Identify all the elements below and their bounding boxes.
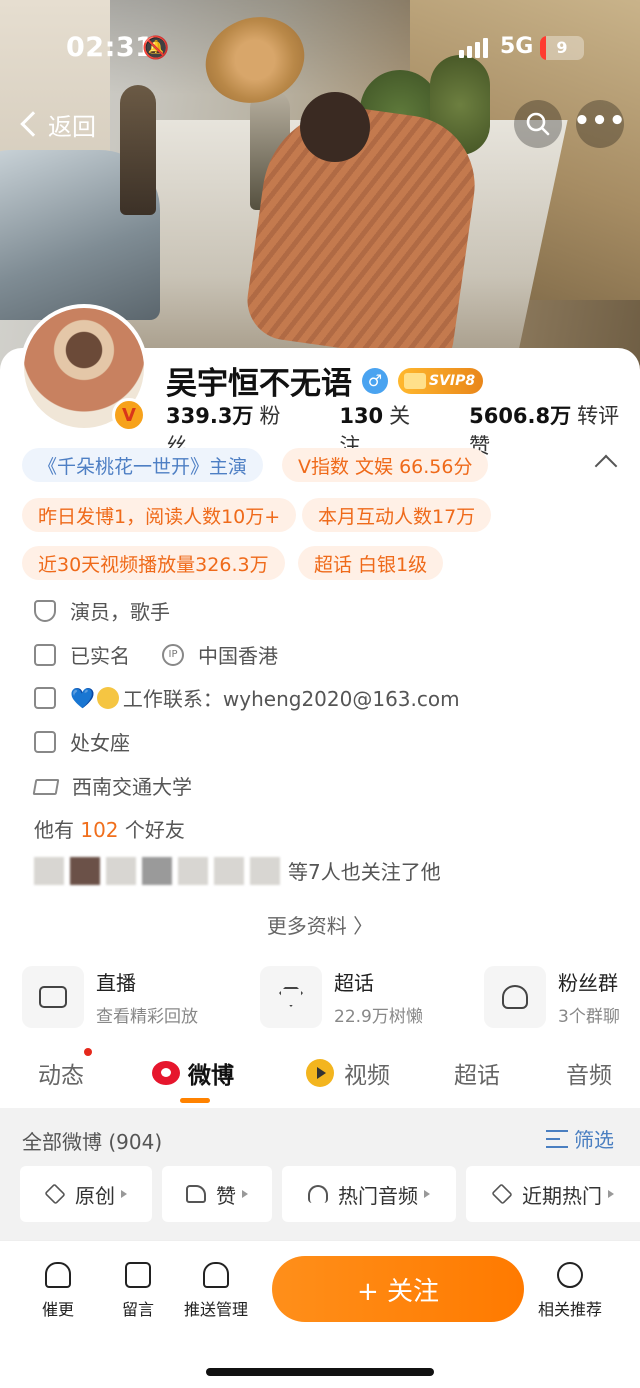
search-button[interactable] [514,100,562,148]
headphones-icon [308,1185,328,1203]
crown-icon [404,372,426,389]
tag-starring-role[interactable]: 《千朵桃花一世开》主演 [22,448,264,482]
layers-icon [44,1183,66,1205]
tab-supertopic[interactable]: 超话 [454,1056,500,1090]
live-tv-icon [22,966,84,1028]
tag-supertopic-level[interactable]: 超话 白银1级 [298,546,444,580]
shortcut-fan-group[interactable]: 粉丝群 3个群聊 [484,966,620,1028]
blue-heart-icon: 💙 [70,685,95,710]
chip-hot-audio[interactable]: 热门音频 [282,1166,456,1222]
message-icon [125,1262,151,1288]
more-info-link[interactable]: 更多资料 〉 [0,910,640,939]
follow-button[interactable]: + 关注 [272,1256,524,1322]
chevron-up-circle-icon [557,1262,583,1288]
male-gender-icon: ♂ [362,367,388,394]
ip-icon: IP [162,643,184,666]
svip-badge[interactable]: SVIP8 [398,367,484,394]
tab-activity[interactable]: 动态 [38,1048,92,1090]
nudge-update-button[interactable]: 催更 [42,1262,74,1320]
filter-button[interactable]: 筛选 [546,1124,614,1153]
all-weibo-count: 全部微博 (904) [22,1130,163,1154]
tag-yesterday-posts[interactable]: 昨日发博1，阅读人数10万+ [22,498,297,532]
chip-likes[interactable]: 赞 [162,1166,272,1222]
tab-video[interactable]: 视频 [306,1056,390,1090]
info-contact[interactable]: 💙 工作联系：wyheng2020@163.com [34,683,460,712]
info-occupation: 演员，歌手 [34,596,170,625]
battery-icon: 9 [540,36,584,60]
svip-label: SVIP8 [429,372,476,389]
shortcut-supertopic[interactable]: 超话 22.9万树懒 [260,966,423,1028]
more-dots-icon: ••• [573,106,627,136]
verified-badge-icon: V [112,398,146,432]
stat-interactions[interactable]: 5606.8万 转评赞 [469,400,640,460]
battery-level: 9 [556,38,568,57]
weibo-logo-icon [152,1061,180,1085]
id-card-icon [34,643,56,666]
tag-video-plays[interactable]: 近30天视频播放量326.3万 [22,546,285,580]
layers-icon [491,1183,513,1205]
calendar-icon [34,730,56,753]
chip-original[interactable]: 原创 [20,1166,152,1222]
home-indicator[interactable] [206,1368,434,1376]
info-school: 西南交通大学 [34,771,192,800]
tag-v-index[interactable]: V指数 文娱 66.56分 [282,448,489,482]
mutual-avatars-blurred [34,856,280,885]
silent-bell-icon: 🔕 [142,36,170,61]
group-people-icon [484,966,546,1028]
tag-monthly-interaction[interactable]: 本月互动人数17万 [302,498,492,532]
red-dot-badge [84,1048,92,1056]
info-zodiac: 处女座 [34,727,130,756]
bell-plus-icon [203,1262,229,1288]
related-recommendations-button[interactable]: 相关推荐 [538,1262,602,1320]
signal-icon [459,38,488,58]
diamond-icon [260,966,322,1028]
document-icon [34,686,56,709]
tab-weibo[interactable]: 微博 [152,1056,234,1090]
tab-audio[interactable]: 音频 [566,1056,612,1090]
chevron-right-icon: 〉 [353,914,374,938]
push-settings-button[interactable]: 推送管理 [184,1262,248,1320]
thumbs-up-icon [186,1185,206,1203]
profile-name-row: 吴宇恒不无语 ♂ SVIP8 [166,358,484,403]
leave-message-button[interactable]: 留言 [122,1262,154,1320]
chevron-left-icon [20,111,46,137]
bell-icon [45,1262,71,1288]
ip-location: IP 中国香港 [162,640,278,669]
chip-recent-hot[interactable]: 近期热门 [466,1166,640,1222]
info-identity: 已实名 IP 中国香港 [34,640,278,669]
filter-icon [546,1129,568,1148]
active-tab-indicator [180,1098,210,1103]
network-type: 5G [500,34,534,59]
friends-count[interactable]: 他有 102 个好友 [34,814,185,843]
graduation-cap-icon [34,775,58,797]
search-icon [526,112,550,136]
back-label: 返回 [48,112,96,141]
video-play-icon [306,1059,334,1087]
mutual-followers[interactable]: 等7人也关注了他 [34,856,441,885]
more-options-button[interactable]: ••• [573,100,627,148]
profile-name: 吴宇恒不无语 [166,366,352,402]
status-bar: 02:31 🔕 5G 9 [0,0,640,96]
cover-man-head [300,92,370,162]
shield-icon [34,599,56,622]
smirk-emoji-icon [96,686,119,709]
cover-figure-walking [120,85,156,215]
shortcut-live[interactable]: 直播 查看精彩回放 [22,966,198,1028]
back-button[interactable]: 返回 [18,102,96,146]
